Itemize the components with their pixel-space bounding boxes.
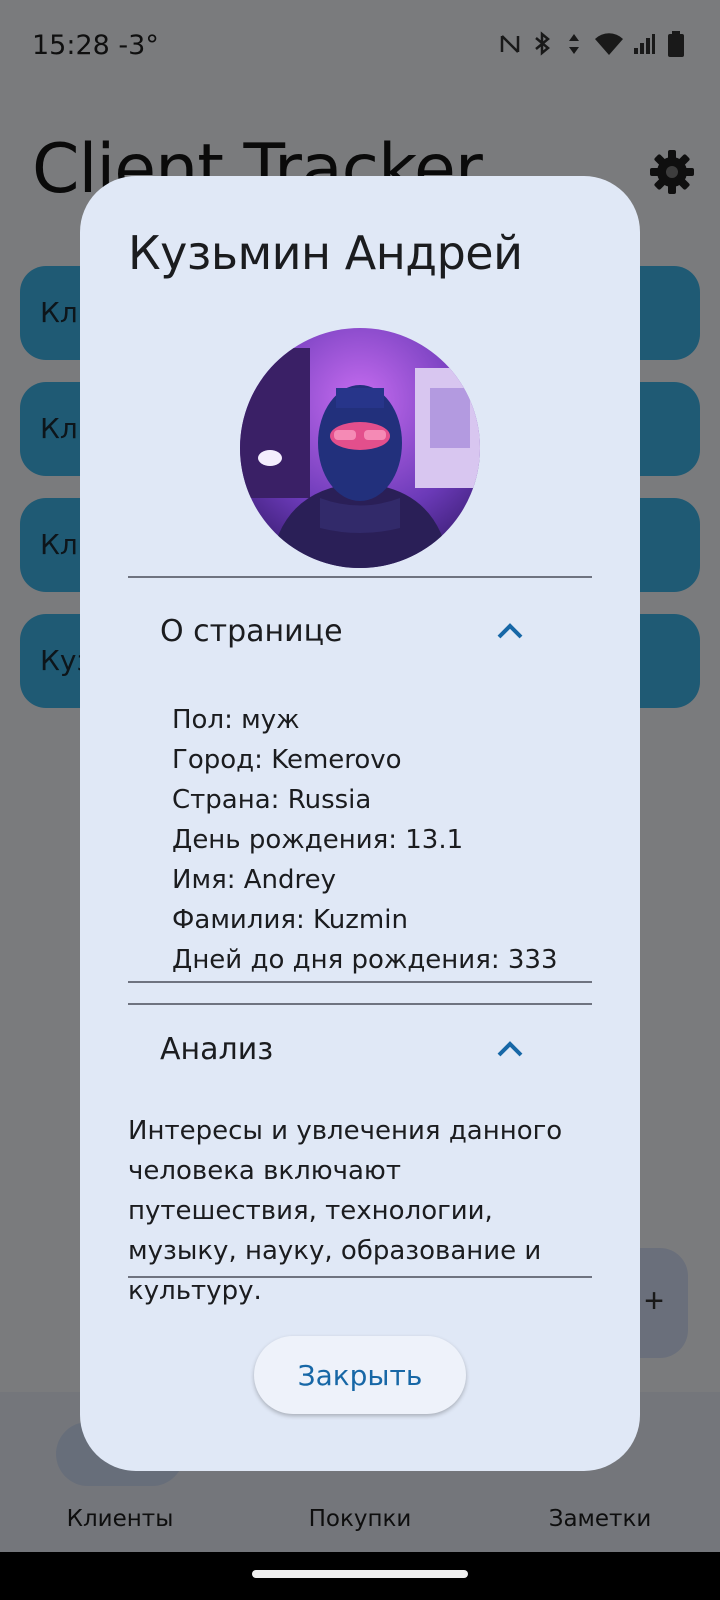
accordion-about-title: О странице	[160, 614, 343, 649]
info-key: Фамилия:	[172, 905, 305, 935]
info-key: Город:	[172, 745, 263, 775]
about-details: Пол: муж Город: Kemerovo Страна: Russia …	[172, 700, 558, 980]
chevron-up-icon	[497, 623, 523, 639]
chevron-up-icon	[497, 1041, 523, 1057]
info-value: муж	[241, 705, 300, 735]
info-key: Дней до дня рождения:	[172, 945, 500, 975]
info-birthday: День рождения: 13.1	[172, 820, 558, 860]
info-country: Страна: Russia	[172, 780, 558, 820]
analysis-text: Интересы и увлечения данного человека вк…	[128, 1116, 563, 1306]
info-last-name: Фамилия: Kuzmin	[172, 900, 558, 940]
info-days-to-birthday: Дней до дня рождения: 333	[172, 940, 558, 980]
accordion-analysis-title: Анализ	[160, 1032, 274, 1067]
info-first-name: Имя: Andrey	[172, 860, 558, 900]
info-value: Kemerovo	[271, 745, 402, 775]
info-value: Andrey	[243, 865, 337, 895]
accordion-analysis-header[interactable]: Анализ	[128, 1002, 592, 1098]
client-avatar	[240, 328, 480, 568]
dialog-title: Кузьмин Андрей	[128, 226, 523, 280]
info-city: Город: Kemerovo	[172, 740, 558, 780]
info-key: Пол:	[172, 705, 233, 735]
home-gesture-handle[interactable]	[252, 1570, 468, 1578]
info-value: 13.1	[405, 825, 464, 855]
info-value: Kuzmin	[313, 905, 408, 935]
info-value: 333	[507, 945, 558, 975]
info-key: Страна:	[172, 785, 280, 815]
section-divider	[128, 576, 592, 578]
close-button[interactable]: Закрыть	[254, 1336, 466, 1414]
info-key: Имя:	[172, 865, 236, 895]
info-value: Russia	[287, 785, 372, 815]
system-navigation-bar	[0, 1552, 720, 1600]
info-key: День рождения:	[172, 825, 397, 855]
section-divider	[128, 981, 592, 983]
accordion-about-header[interactable]: О странице	[128, 584, 592, 680]
client-details-dialog: Кузьмин Андрей О странице Пол: муж Город…	[80, 176, 640, 1471]
section-divider	[128, 1276, 592, 1278]
info-gender: Пол: муж	[172, 700, 558, 740]
